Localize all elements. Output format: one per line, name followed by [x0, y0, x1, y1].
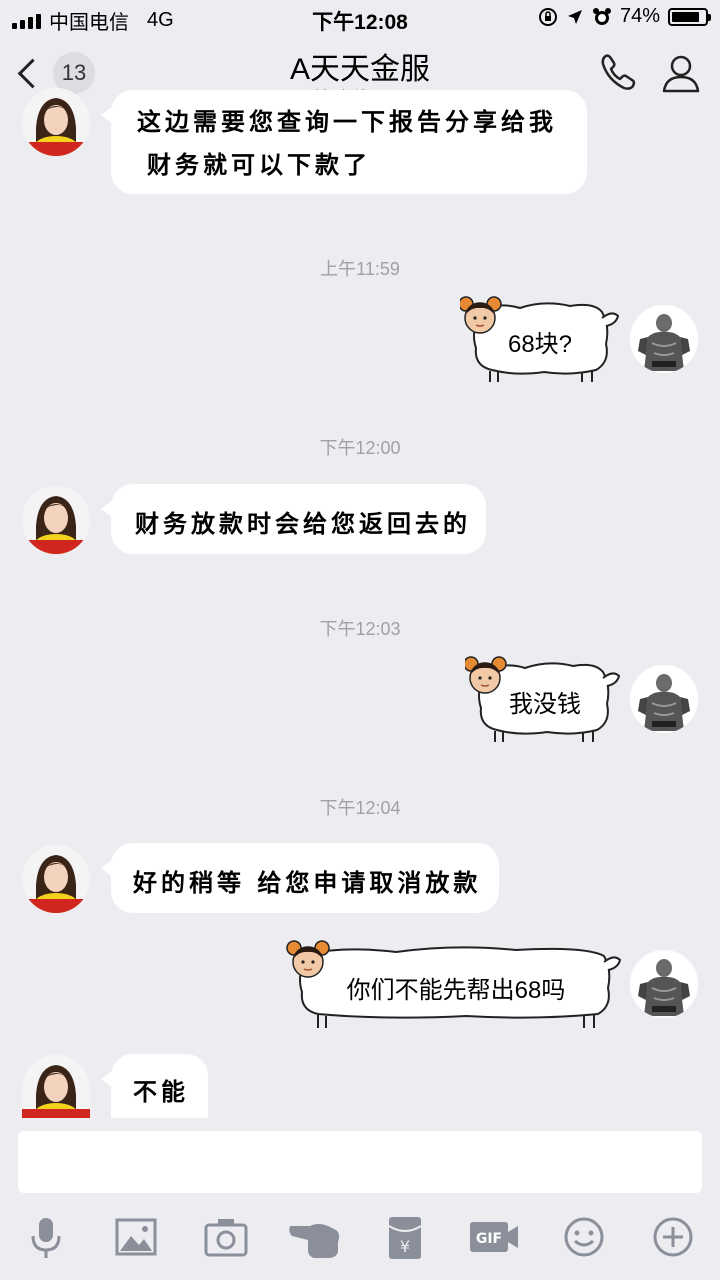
timestamp: 上午11:59: [320, 259, 400, 279]
message-text: 你们不能先帮出68吗: [346, 977, 566, 1004]
emoji-icon[interactable]: [559, 1212, 609, 1262]
message-bubble[interactable]: 财务放款时会给您返回去的: [101, 484, 486, 554]
my-avatar[interactable]: [630, 305, 698, 373]
message-text: 财务放款时会给您返回去的: [135, 510, 471, 538]
message-input[interactable]: [18, 1131, 702, 1193]
battery-icon: [668, 7, 711, 26]
timestamp: 下午12:04: [319, 798, 401, 818]
my-avatar[interactable]: [630, 950, 698, 1018]
message-bubble[interactable]: 好的稍等 给您申请取消放款: [101, 843, 499, 913]
timestamp: 下午12:03: [319, 619, 401, 639]
message-text: 好的稍等 给您申请取消放款: [133, 869, 482, 897]
message-text-line: 财务就可以下款了: [147, 151, 371, 179]
timestamp: 下午12:00: [319, 438, 401, 458]
contact-avatar[interactable]: [22, 486, 90, 554]
contact-avatar[interactable]: [22, 88, 90, 156]
plus-icon[interactable]: [648, 1212, 698, 1262]
image-icon[interactable]: [111, 1212, 161, 1262]
alarm-icon: [592, 7, 611, 25]
yuan-symbol: ¥: [400, 1237, 410, 1256]
message-text: 我没钱: [509, 691, 581, 718]
location-icon: [567, 9, 582, 24]
message-bubble[interactable]: 不能: [101, 1054, 208, 1118]
input-toolbar: ¥ GIF: [0, 1200, 720, 1280]
red-packet-icon[interactable]: ¥: [380, 1212, 430, 1262]
my-avatar[interactable]: [630, 665, 698, 733]
rotation-lock-icon: [538, 7, 557, 26]
gif-label: GIF: [476, 1231, 502, 1247]
camera-icon[interactable]: [201, 1212, 251, 1262]
microphone-icon[interactable]: [22, 1212, 72, 1262]
phone-call-button[interactable]: [596, 50, 642, 96]
battery-percent: 74%: [619, 5, 660, 27]
message-text: 不能: [133, 1078, 189, 1106]
poke-hand-icon[interactable]: [288, 1212, 342, 1262]
profile-button[interactable]: [658, 50, 704, 96]
message-bubble[interactable]: 这边需要您查询一下报告分享给我 财务就可以下款了: [101, 90, 587, 194]
message-text: 68块?: [507, 331, 573, 358]
contact-avatar[interactable]: [22, 1055, 90, 1118]
contact-avatar[interactable]: [22, 845, 90, 913]
message-text-line: 这边需要您查询一下报告分享给我: [137, 108, 557, 136]
gif-icon[interactable]: GIF: [466, 1212, 520, 1262]
status-bar: 中国电信 4G 下午12:08 74%: [0, 0, 720, 36]
